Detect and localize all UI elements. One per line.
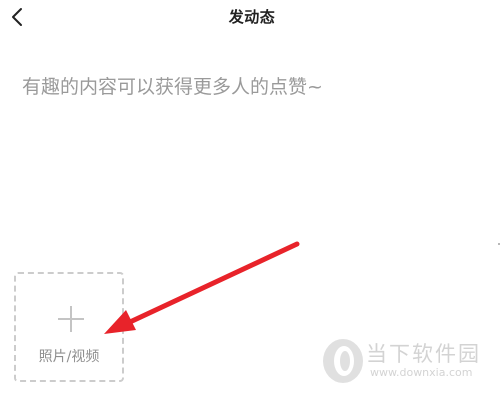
watermark: 当下软件园 www.downxia.com <box>316 332 502 396</box>
watermark-logo-icon <box>323 339 363 383</box>
annotation-arrow-shaft <box>127 241 300 325</box>
post-content-input[interactable] <box>22 72 482 222</box>
stray-dot <box>498 243 500 245</box>
add-photo-video-label: 照片/视频 <box>38 349 100 365</box>
plus-icon <box>58 306 84 332</box>
top-bar: 发动态 <box>0 0 504 36</box>
watermark-brand: 当下软件园 <box>366 342 481 366</box>
add-photo-video-button[interactable]: 照片/视频 <box>14 272 124 382</box>
watermark-url: www.downxia.com <box>370 366 473 379</box>
page-title: 发动态 <box>228 8 276 26</box>
